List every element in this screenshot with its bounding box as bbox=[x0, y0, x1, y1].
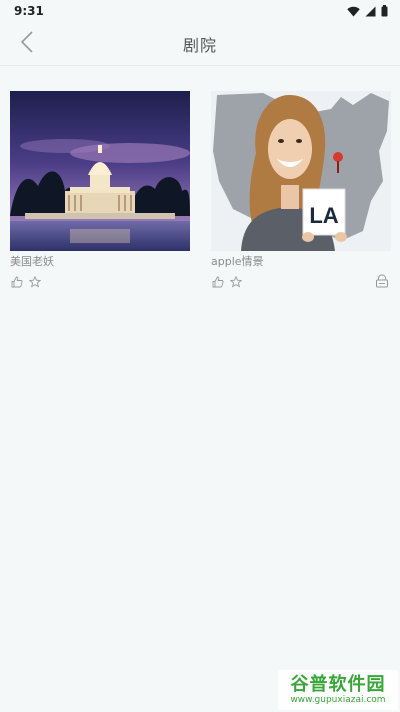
page-title: 剧院 bbox=[182, 35, 217, 55]
watermark-url: www.gupuxiazai.com bbox=[290, 694, 386, 705]
thumbs-up-icon[interactable] bbox=[10, 275, 24, 289]
status-time: 9:31 bbox=[14, 4, 44, 18]
watermark-title: 谷普软件园 bbox=[290, 673, 386, 695]
star-icon[interactable] bbox=[28, 275, 42, 289]
watermark: 谷普软件园 www.gupuxiazai.com bbox=[278, 670, 398, 710]
capitol-thumbnail[interactable] bbox=[10, 91, 190, 251]
system-icons bbox=[347, 2, 388, 21]
lock-icon[interactable] bbox=[375, 274, 389, 288]
battery-icon bbox=[381, 2, 388, 21]
back-button[interactable] bbox=[14, 31, 40, 57]
star-icon[interactable] bbox=[229, 275, 243, 289]
theater-card[interactable]: LA apple情景 bbox=[211, 91, 391, 290]
card-actions bbox=[211, 274, 391, 290]
la-sign-text: LA bbox=[309, 203, 338, 228]
chevron-left-icon bbox=[20, 31, 34, 57]
la-thumbnail[interactable]: LA bbox=[211, 91, 391, 251]
wifi-icon bbox=[347, 2, 360, 21]
theater-card[interactable]: 美国老妖 bbox=[10, 91, 190, 290]
card-actions bbox=[10, 274, 190, 290]
signal-icon bbox=[365, 2, 376, 21]
app-bar: 剧院 bbox=[0, 22, 400, 66]
thumbs-up-icon[interactable] bbox=[211, 275, 225, 289]
card-title[interactable]: apple情景 bbox=[211, 254, 391, 270]
status-bar: 9:31 bbox=[0, 0, 400, 22]
card-title[interactable]: 美国老妖 bbox=[10, 254, 190, 270]
